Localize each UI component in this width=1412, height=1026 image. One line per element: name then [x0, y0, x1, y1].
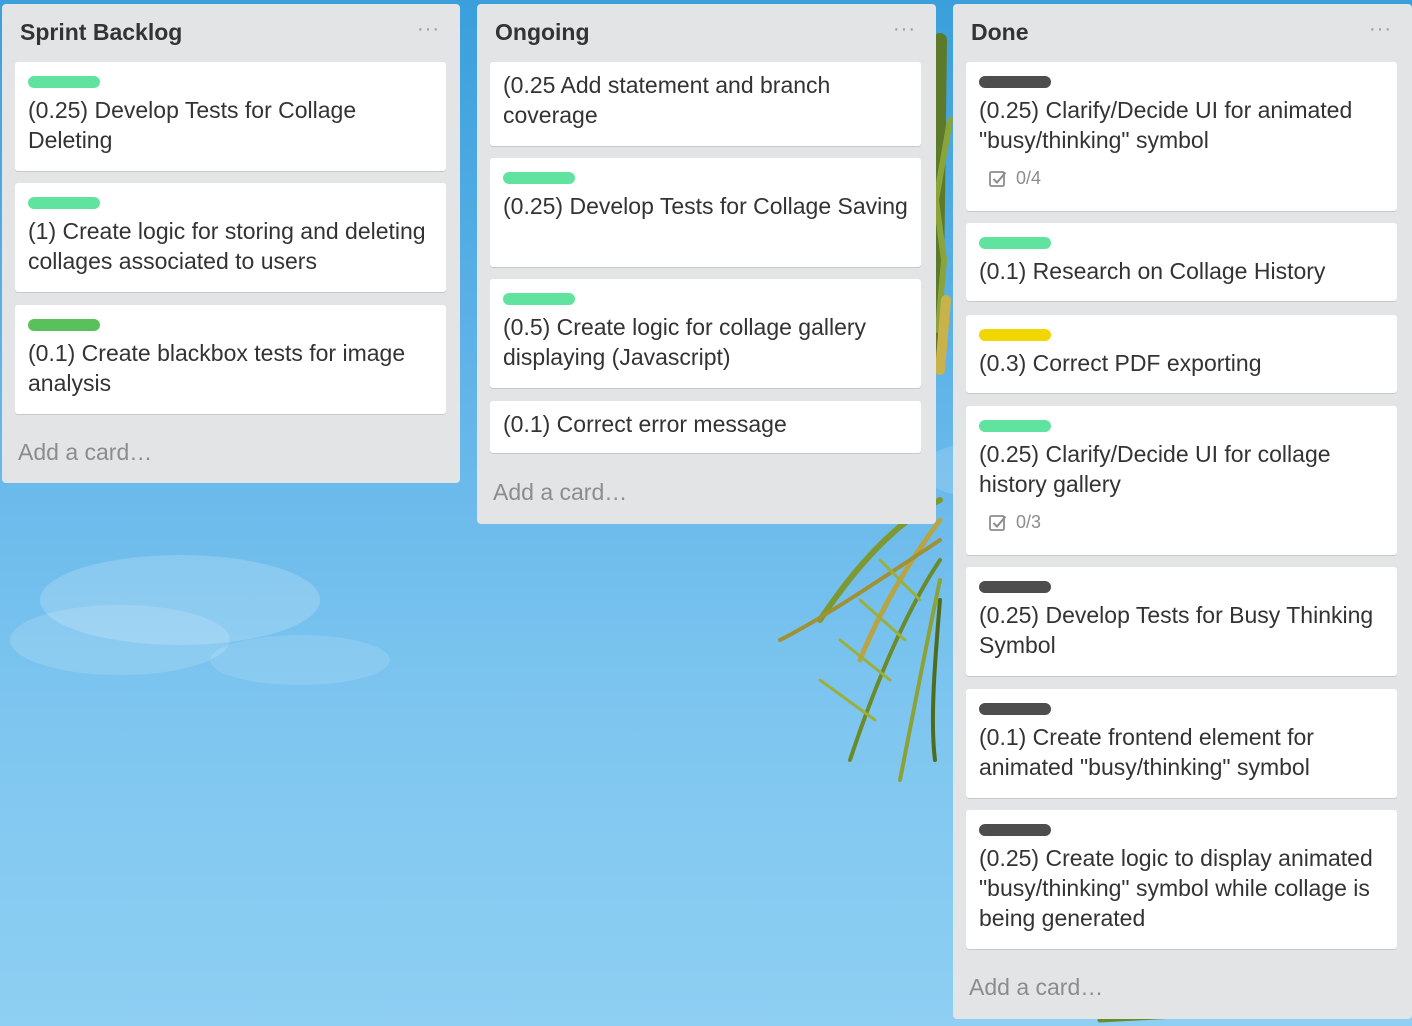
checklist-count: 0/4 [1016, 168, 1042, 188]
card-label-green [28, 197, 100, 209]
card[interactable]: (0.25) Develop Tests for Busy Thinking S… [966, 567, 1397, 676]
card[interactable]: (0.1) Correct error message [490, 401, 921, 453]
checklist-icon [989, 170, 1007, 187]
card-label-black [979, 76, 1051, 88]
card[interactable]: (0.25) Develop Tests for Collage Deletin… [15, 62, 446, 171]
card-title: (0.25) Develop Tests for Collage Deletin… [28, 97, 357, 153]
card-title: (0.3) Correct PDF exporting [979, 350, 1262, 376]
card-label-green [28, 76, 100, 88]
list-title[interactable]: Sprint Backlog [20, 19, 182, 46]
card-label-green [503, 172, 575, 184]
card[interactable]: (0.25) Clarify/Decide UI for collage his… [966, 406, 1397, 555]
card-title: (0.25 Add statement and branch coverage [503, 72, 831, 128]
card-title: (0.1) Research on Collage History [979, 258, 1326, 284]
card[interactable]: (0.1) Create frontend element for animat… [966, 689, 1397, 798]
card[interactable]: (0.25) Create logic to display animated … [966, 810, 1397, 949]
card-title: (0.25) Develop Tests for Busy Thinking S… [979, 602, 1374, 658]
card-label-black [979, 581, 1051, 593]
checklist-badge: 0/4 [988, 168, 1041, 189]
list-title[interactable]: Ongoing [495, 19, 590, 46]
card-title: (0.25) Develop Tests for Collage Saving [503, 193, 908, 219]
card-label-black [979, 703, 1051, 715]
checklist-count: 0/3 [1016, 512, 1042, 532]
card-label-yellow [979, 329, 1051, 341]
card-label-black [979, 824, 1051, 836]
card[interactable]: (1) Create logic for storing and deletin… [15, 183, 446, 292]
list-menu-icon[interactable]: ··· [893, 18, 916, 41]
add-card-button[interactable]: Add a card… [969, 974, 1103, 1001]
card[interactable]: (0.3) Correct PDF exporting [966, 315, 1397, 393]
card-label-dark-green [28, 319, 100, 331]
card-title: (0.1) Create blackbox tests for image an… [28, 340, 406, 396]
checklist-icon [989, 514, 1007, 531]
card[interactable]: (0.1) Create blackbox tests for image an… [15, 305, 446, 414]
card-title: (0.1) Create frontend element for animat… [979, 724, 1314, 780]
card-label-green [979, 420, 1051, 432]
card[interactable]: (0.5) Create logic for collage gallery d… [490, 279, 921, 388]
list-title[interactable]: Done [971, 19, 1029, 46]
checklist-badge: 0/3 [988, 512, 1041, 533]
add-card-button[interactable]: Add a card… [493, 479, 627, 506]
add-card-button[interactable]: Add a card… [18, 439, 152, 466]
card-title: (0.25) Clarify/Decide UI for collage his… [979, 441, 1331, 497]
list-ongoing: Ongoing ··· (0.25 Add statement and bran… [477, 4, 936, 524]
card-title: (1) Create logic for storing and deletin… [28, 218, 426, 274]
card-title: (0.5) Create logic for collage gallery d… [503, 314, 867, 370]
card-title: (0.1) Correct error message [503, 411, 787, 437]
card-title: (0.25) Clarify/Decide UI for animated "b… [979, 97, 1353, 153]
list-menu-icon[interactable]: ··· [417, 18, 440, 41]
card[interactable]: (0.25 Add statement and branch coverage [490, 62, 921, 146]
list-done: Done ··· (0.25) Clarify/Decide UI for an… [953, 4, 1412, 1019]
list-sprint-backlog: Sprint Backlog ··· (0.25) Develop Tests … [2, 4, 460, 483]
list-menu-icon[interactable]: ··· [1369, 18, 1392, 41]
card[interactable]: (0.1) Research on Collage History [966, 223, 1397, 301]
card-label-green [503, 293, 575, 305]
card[interactable]: (0.25) Clarify/Decide UI for animated "b… [966, 62, 1397, 211]
card-label-green [979, 237, 1051, 249]
card[interactable]: (0.25) Develop Tests for Collage Saving [490, 158, 921, 267]
card-title: (0.25) Create logic to display animated … [979, 845, 1373, 931]
